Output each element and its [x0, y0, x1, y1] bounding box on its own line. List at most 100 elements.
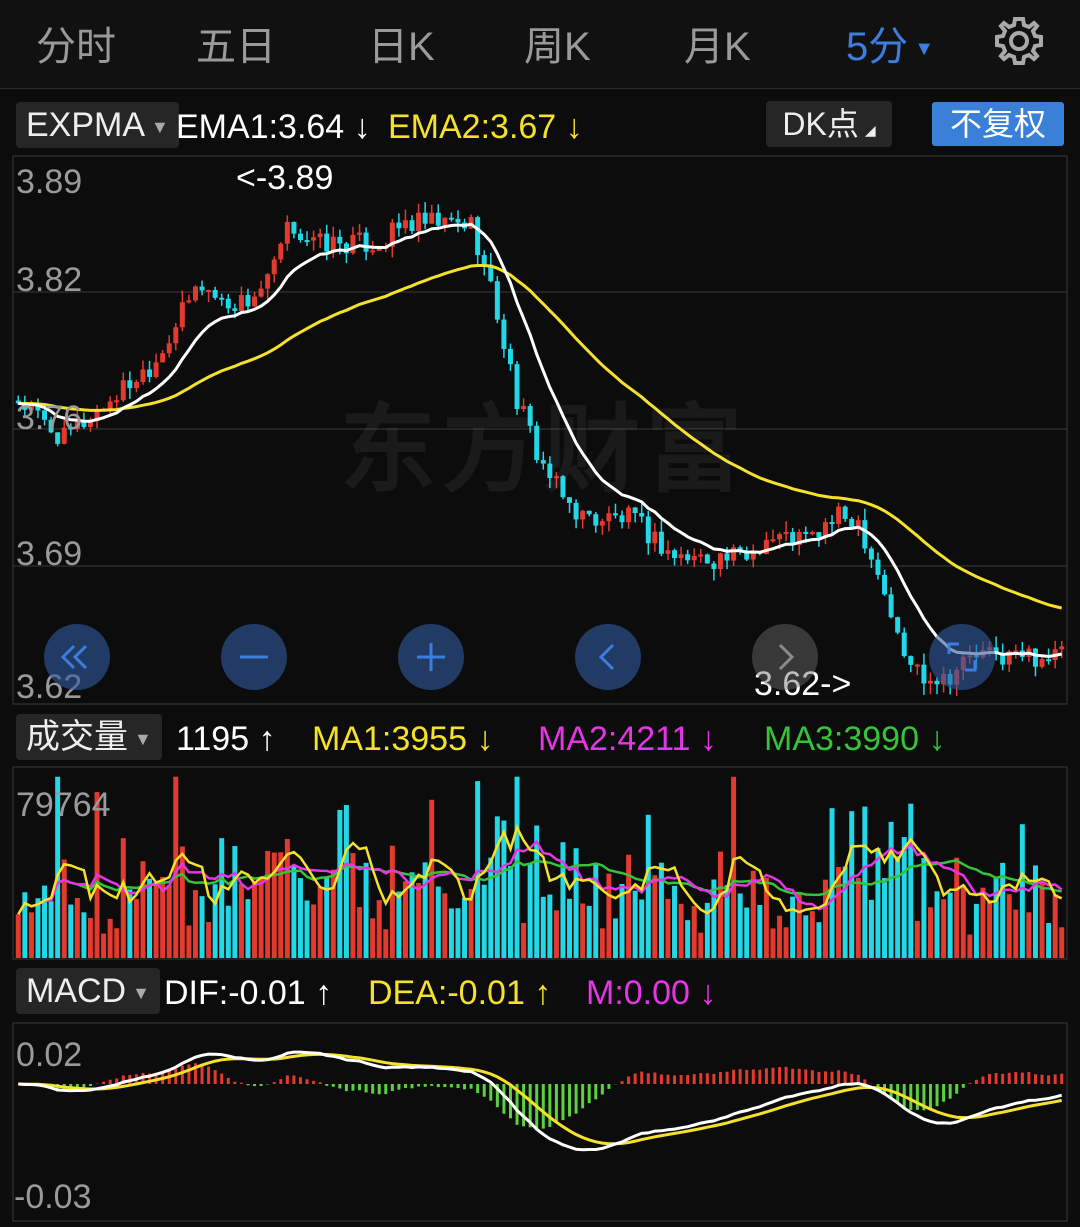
- candle-body: [160, 353, 166, 363]
- volume-bar: [42, 885, 48, 958]
- volume-bar: [304, 900, 310, 958]
- candle-body: [868, 548, 874, 560]
- volume-bar: [514, 776, 520, 958]
- volume-bar: [750, 870, 756, 958]
- tab-five-day[interactable]: 五日: [196, 14, 276, 72]
- volume-bar: [258, 876, 264, 958]
- volume-bar: [337, 809, 343, 958]
- candle-body: [350, 234, 356, 254]
- volume-bar: [941, 899, 947, 958]
- candle-body: [475, 217, 481, 256]
- indicator-selector-label: 成交量: [26, 718, 128, 756]
- volume-bar: [74, 897, 80, 958]
- candle-body: [803, 531, 809, 534]
- zoom-in-button[interactable]: [398, 624, 464, 690]
- volume-bar: [960, 885, 966, 958]
- fullscreen-button[interactable]: [929, 624, 995, 690]
- candle-body: [409, 220, 415, 231]
- macd-y-label-0: 0.02: [16, 1036, 82, 1074]
- volume-bar: [488, 857, 494, 958]
- candle-body: [357, 232, 363, 235]
- tab-daily-k[interactable]: 日K: [368, 14, 435, 72]
- candle-body: [599, 521, 605, 526]
- dk-point-button[interactable]: DK点 ◢: [766, 101, 892, 147]
- candle-body: [245, 294, 251, 307]
- volume-bar: [1026, 912, 1032, 958]
- candle-body: [704, 554, 710, 564]
- indicator-selector-macd[interactable]: MACD ▼: [16, 968, 160, 1014]
- volume-panel[interactable]: 79764: [0, 766, 1080, 960]
- indicator-selector-label: MACD: [26, 972, 127, 1010]
- volume-bar: [265, 850, 271, 958]
- adjust-mode-button[interactable]: 不复权: [932, 102, 1064, 146]
- volume-bar: [632, 890, 638, 958]
- volume-bar: [698, 932, 704, 958]
- zoom-in-icon: [417, 643, 445, 671]
- volume-bar: [107, 918, 113, 958]
- candlestick-panel[interactable]: 3.89 3.82 3.76 3.69 3.62 <-3.89 3.62-> 东…: [0, 155, 1080, 705]
- scroll-right-button[interactable]: [752, 624, 818, 690]
- volume-bar: [442, 893, 448, 958]
- volume-bar: [389, 845, 395, 958]
- candle-body: [448, 217, 454, 220]
- candle-body: [645, 516, 651, 544]
- candle-body: [829, 522, 835, 525]
- volume-bar: [238, 883, 244, 958]
- candle-body: [278, 243, 284, 260]
- volume-bar: [68, 904, 74, 958]
- volume-bar: [140, 861, 146, 958]
- volume-bar: [875, 848, 881, 958]
- candle-body: [685, 554, 691, 561]
- volume-bar: [494, 816, 500, 958]
- candle-body: [219, 297, 225, 300]
- scroll-far-left-button[interactable]: [44, 624, 110, 690]
- volume-bar: [1046, 923, 1052, 958]
- volume-bar: [678, 903, 684, 958]
- volume-bar: [357, 907, 363, 958]
- candle-body: [186, 300, 192, 303]
- indicator-selector-volume[interactable]: 成交量 ▼: [16, 714, 162, 760]
- ema2-value: EMA2:3.67 ↓: [388, 108, 583, 146]
- candle-body: [724, 553, 730, 561]
- fullscreen-icon: [947, 642, 977, 672]
- candle-body: [639, 513, 645, 517]
- watermark: 东方财富: [340, 394, 748, 506]
- y-label-2: 3.76: [16, 399, 82, 437]
- volume-bar: [48, 901, 54, 958]
- volume-bar: [553, 910, 559, 958]
- volume-ma2: MA2:4211 ↓: [538, 720, 717, 758]
- gear-icon[interactable]: [992, 14, 1046, 68]
- candle-body: [652, 531, 658, 544]
- volume-bar: [15, 914, 21, 958]
- candle-body: [284, 221, 290, 244]
- candle-body: [849, 518, 855, 528]
- candle-body: [311, 237, 317, 241]
- scroll-left-button[interactable]: [575, 624, 641, 690]
- candle-body: [435, 212, 441, 226]
- tab-intraday[interactable]: 分时: [36, 14, 116, 72]
- tab-5min[interactable]: 5分 ▼: [846, 14, 934, 72]
- volume-bar: [291, 866, 297, 958]
- candle-body: [258, 288, 264, 297]
- candle-body: [783, 532, 789, 535]
- candle-body: [1059, 646, 1065, 650]
- double-left-icon: [60, 644, 88, 670]
- volume-bar: [744, 907, 750, 958]
- volume-bar: [908, 803, 914, 958]
- candle-body: [842, 506, 848, 519]
- macd-panel[interactable]: 0.02 -0.03: [0, 1022, 1080, 1227]
- candle-body: [619, 515, 625, 523]
- candle-body: [921, 664, 927, 684]
- candle-body: [882, 574, 888, 595]
- volume-bar: [580, 903, 586, 958]
- tab-weekly-k[interactable]: 周K: [524, 14, 591, 72]
- candle-body: [166, 343, 172, 354]
- ema1-value: EMA1:3.64 ↓: [176, 108, 371, 146]
- zoom-out-button[interactable]: [221, 624, 287, 690]
- indicator-selector-expma[interactable]: EXPMA ▼: [16, 102, 179, 148]
- candle-body: [717, 553, 723, 570]
- tab-monthly-k[interactable]: 月K: [684, 14, 751, 72]
- volume-bar: [967, 934, 973, 958]
- volume-bar: [133, 899, 139, 958]
- volume-bar: [888, 821, 894, 958]
